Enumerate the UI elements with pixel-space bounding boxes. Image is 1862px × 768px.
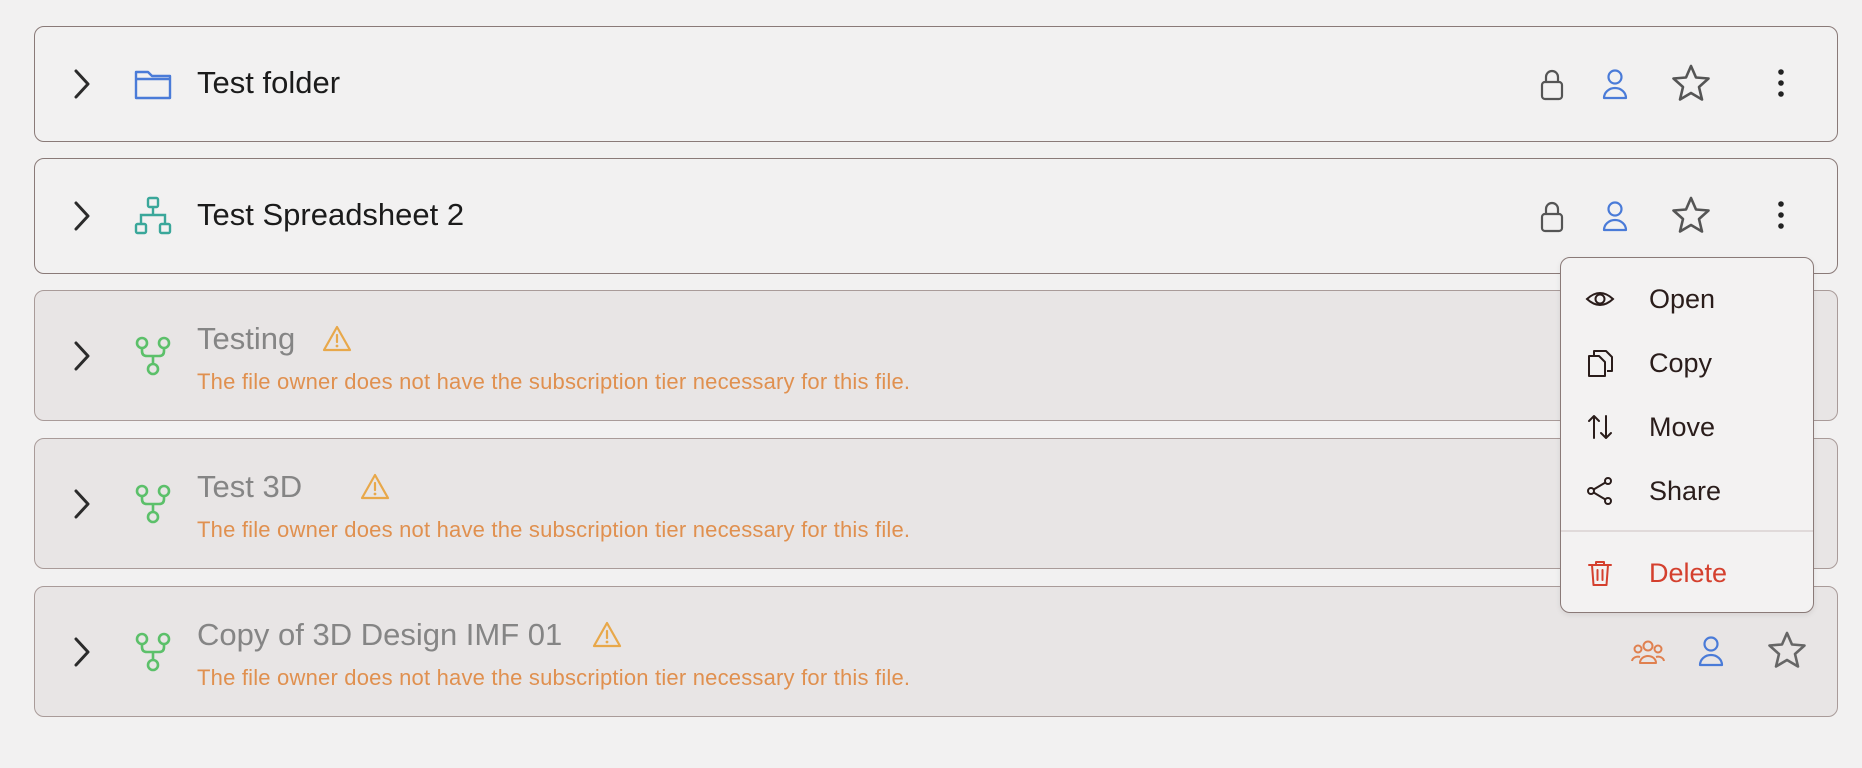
context-menu: Open Copy Move Share Delete	[1560, 257, 1814, 613]
share-icon	[1587, 477, 1612, 505]
lock-icon	[1540, 69, 1564, 101]
menu-item-delete[interactable]: Delete	[1561, 544, 1813, 600]
row-title: Testing	[197, 321, 296, 356]
lock-icon	[1540, 201, 1564, 233]
chevron-right-icon[interactable]	[71, 67, 93, 101]
user-icon[interactable]	[1697, 634, 1725, 668]
chevron-right-icon[interactable]	[71, 339, 93, 373]
user-icon[interactable]	[1601, 199, 1629, 233]
menu-item-open[interactable]: Open	[1561, 270, 1813, 326]
user-icon[interactable]	[1601, 67, 1629, 101]
more-vertical-icon[interactable]	[1775, 199, 1787, 231]
subscription-warning-text: The file owner does not have the subscri…	[197, 369, 911, 394]
menu-item-label: Share	[1649, 476, 1722, 506]
row-title: Copy of 3D Design IMF 01	[197, 617, 563, 652]
menu-item-label: Open	[1649, 284, 1716, 314]
menu-item-move[interactable]: Move	[1561, 398, 1813, 454]
menu-item-copy[interactable]: Copy	[1561, 334, 1813, 390]
folder-icon	[134, 70, 172, 100]
eye-icon	[1585, 292, 1615, 306]
branch-icon	[135, 484, 171, 524]
chevron-right-icon[interactable]	[71, 487, 93, 521]
copy-icon	[1588, 350, 1613, 377]
warning-icon	[592, 621, 622, 648]
move-arrows-icon	[1588, 415, 1612, 439]
branch-icon	[135, 632, 171, 672]
row-title: Test 3D	[197, 469, 303, 504]
star-icon[interactable]	[1671, 63, 1711, 103]
sitemap-icon	[134, 196, 172, 235]
menu-item-label: Delete	[1649, 558, 1728, 588]
menu-divider	[1561, 530, 1813, 532]
chevron-right-icon[interactable]	[71, 199, 93, 233]
chevron-right-icon[interactable]	[71, 635, 93, 669]
more-vertical-icon[interactable]	[1775, 67, 1787, 99]
branch-icon	[135, 336, 171, 376]
subscription-warning-text: The file owner does not have the subscri…	[197, 517, 911, 542]
menu-item-label: Copy	[1649, 348, 1713, 378]
menu-item-label: Move	[1649, 412, 1716, 442]
group-users-icon[interactable]	[1631, 637, 1665, 667]
menu-item-share[interactable]: Share	[1561, 462, 1813, 518]
warning-icon	[322, 325, 352, 352]
star-icon[interactable]	[1767, 630, 1807, 670]
subscription-warning-text: The file owner does not have the subscri…	[197, 665, 911, 690]
star-icon[interactable]	[1671, 195, 1711, 235]
warning-icon	[360, 473, 390, 500]
row-title: Test Spreadsheet 2	[197, 197, 465, 232]
row-title: Test folder	[197, 65, 341, 100]
file-row-test-folder[interactable]: Test folder	[34, 26, 1838, 142]
trash-icon	[1588, 561, 1612, 586]
